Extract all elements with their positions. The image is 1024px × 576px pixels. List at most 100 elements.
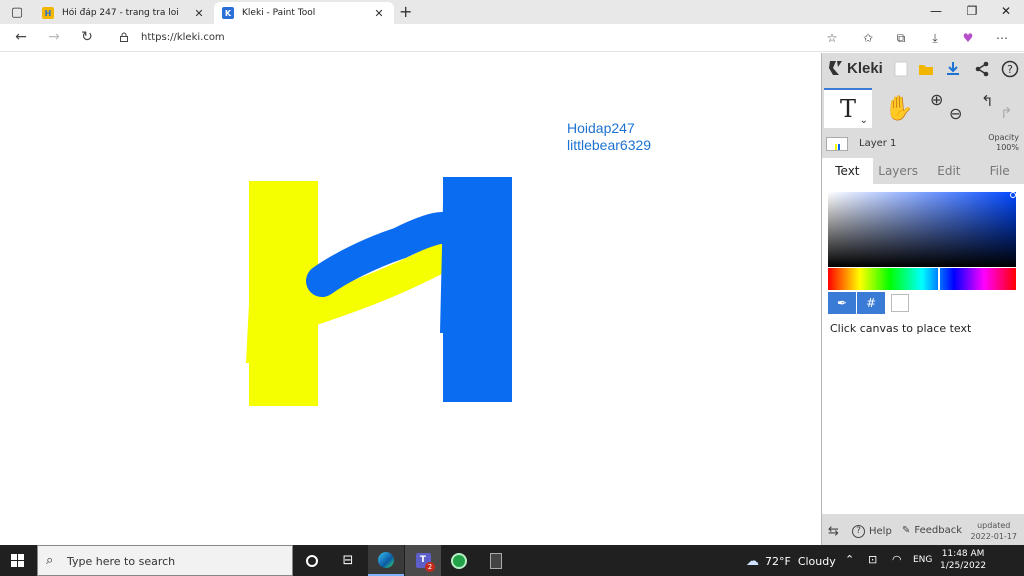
hex-input-button[interactable]: # xyxy=(857,292,885,314)
back-arrow-icon[interactable]: ← xyxy=(12,29,30,45)
help-button[interactable]: ? Help xyxy=(852,525,892,538)
clock-time: 11:48 AM xyxy=(941,549,985,559)
eyedropper-icon[interactable]: ✒ xyxy=(828,292,856,314)
updated-info: updated 2022-01-17 xyxy=(971,520,1018,542)
restore-icon[interactable]: ❐ xyxy=(962,4,982,18)
add-favorite-icon[interactable]: ☆ xyxy=(824,30,840,46)
weather-text: 72°F Cloudy xyxy=(765,555,836,568)
color-picker-row: ✒ # xyxy=(828,292,909,314)
cloud-icon: ☁ xyxy=(746,554,759,569)
new-tab-button[interactable]: + xyxy=(399,2,412,22)
layer-name: Layer 1 xyxy=(859,138,897,149)
text-tab-content: ✒ # Click canvas to place text xyxy=(822,184,1024,514)
url-input[interactable]: https://kleki.com xyxy=(141,32,225,43)
panel-footer: ⇆ ? Help ✎ Feedback updated 2022-01-17 xyxy=(822,518,1024,545)
search-icon: ⌕ xyxy=(46,553,54,568)
widgets-icon[interactable]: ⊟ xyxy=(330,545,366,576)
kleki-panel: Kleki ? T ⌄ ✋ ⊕ ⊖ ↰ ↱ Layer 1 Opacity 10… xyxy=(821,53,1024,545)
teams-icon[interactable]: T 2 xyxy=(405,545,441,576)
zoom-in-icon[interactable]: ⊕ xyxy=(930,90,943,109)
help-icon[interactable]: ? xyxy=(1001,60,1019,78)
tab-title: Hỏi đáp 247 - trang tra loi xyxy=(62,8,179,18)
tab-file[interactable]: File xyxy=(974,158,1024,184)
yellow-stroke-edge xyxy=(246,303,249,363)
text-tool-glyph: T xyxy=(839,95,856,123)
help-circle-icon: ? xyxy=(852,525,865,538)
tools-row: T ⌄ ✋ ⊕ ⊖ ↰ ↱ xyxy=(822,86,1024,130)
hand-tool-icon[interactable]: ✋ xyxy=(884,94,914,122)
chevron-down-icon[interactable]: ⌄ xyxy=(860,115,868,126)
kleki-logo[interactable]: Kleki xyxy=(828,59,883,77)
canvas-strokes xyxy=(246,177,512,406)
canvas-text-line: Hoidap247 xyxy=(567,120,635,136)
feedback-icon: ✎ xyxy=(902,525,911,536)
hoidap-favicon-icon: H xyxy=(42,7,54,19)
yellow-stroke-bar xyxy=(249,181,318,406)
more-menu-icon[interactable]: ⋯ xyxy=(994,30,1010,46)
current-color-swatch[interactable] xyxy=(891,294,909,312)
layer-thumbnail[interactable] xyxy=(826,137,848,151)
lock-icon xyxy=(120,32,128,42)
help-label: Help xyxy=(869,526,892,537)
windows-start-icon[interactable] xyxy=(11,554,24,567)
weather-widget[interactable]: ☁ 72°F Cloudy xyxy=(746,554,836,569)
share-icon[interactable] xyxy=(973,60,991,78)
windows-taskbar: ⌕ Type here to search ⊟ T 2 ☁ 72°F Cloud… xyxy=(0,545,1024,576)
calculator-icon[interactable] xyxy=(478,545,514,576)
feedback-button[interactable]: ✎ Feedback xyxy=(902,525,962,536)
tab-title: Kleki - Paint Tool xyxy=(242,8,316,18)
taskbar-search-input[interactable]: ⌕ Type here to search xyxy=(37,545,293,576)
swap-side-icon[interactable]: ⇆ xyxy=(828,524,839,539)
extension-icon[interactable]: ♥ xyxy=(960,30,976,46)
color-saturation-picker[interactable] xyxy=(828,192,1016,267)
tab-text[interactable]: Text xyxy=(822,158,873,184)
app-icon-green[interactable] xyxy=(441,545,477,576)
clock-date: 1/25/2022 xyxy=(940,561,987,571)
kleki-header: Kleki ? xyxy=(822,53,1024,85)
forward-arrow-icon[interactable]: → xyxy=(45,29,63,45)
close-window-icon[interactable]: ✕ xyxy=(996,4,1016,18)
teams-badge: 2 xyxy=(425,562,435,572)
new-image-icon[interactable] xyxy=(892,60,910,78)
favorites-icon[interactable]: ✩ xyxy=(860,30,876,46)
tab-edit[interactable]: Edit xyxy=(924,158,975,184)
network-adapter-icon[interactable]: ⊡ xyxy=(868,553,877,566)
close-tab-icon[interactable]: ✕ xyxy=(372,7,386,20)
layer-row[interactable]: Layer 1 Opacity 100% xyxy=(822,133,1024,155)
browser-tab-bar: ▢ H Hỏi đáp 247 - trang tra loi ✕ K Klek… xyxy=(0,0,1024,24)
task-view-icon[interactable] xyxy=(294,545,330,576)
collections-icon[interactable]: ⧉ xyxy=(893,30,909,46)
save-download-icon[interactable] xyxy=(944,60,962,78)
chevron-up-icon[interactable]: ⌃ xyxy=(845,553,854,566)
opacity-label: Opacity 100% xyxy=(988,133,1019,153)
hue-slider-handle[interactable] xyxy=(938,268,940,290)
redo-icon[interactable]: ↱ xyxy=(1000,104,1013,122)
system-clock[interactable]: 11:48 AM 1/25/2022 xyxy=(940,548,986,572)
language-indicator[interactable]: ENG xyxy=(913,555,932,565)
wifi-icon[interactable]: ◠ xyxy=(892,553,902,566)
downloads-icon[interactable]: ⤓ xyxy=(927,30,943,46)
opacity-value: 100% xyxy=(996,143,1019,152)
updated-label: updated xyxy=(977,521,1011,530)
tab-kleki[interactable]: K Kleki - Paint Tool ✕ xyxy=(214,2,394,24)
tab-actions-icon[interactable]: ▢ xyxy=(6,3,28,21)
search-placeholder: Type here to search xyxy=(67,555,176,568)
hue-slider[interactable] xyxy=(828,268,1016,290)
open-folder-icon[interactable] xyxy=(917,60,935,78)
text-tool-hint: Click canvas to place text xyxy=(830,322,972,335)
color-picker-knob[interactable] xyxy=(1010,192,1016,198)
zoom-out-icon[interactable]: ⊖ xyxy=(949,104,962,123)
edge-browser-icon[interactable] xyxy=(368,545,404,576)
text-tool-button[interactable]: T ⌄ xyxy=(824,88,872,128)
kleki-logo-icon xyxy=(829,61,842,75)
undo-icon[interactable]: ↰ xyxy=(981,92,994,110)
tab-layers[interactable]: Layers xyxy=(873,158,924,184)
refresh-icon[interactable]: ↻ xyxy=(78,29,96,45)
drawing-canvas[interactable]: Hoidap247 littlebear6329 xyxy=(0,53,821,545)
svg-text:?: ? xyxy=(1007,63,1013,76)
tab-hoidap[interactable]: H Hỏi đáp 247 - trang tra loi ✕ xyxy=(34,2,214,24)
close-tab-icon[interactable]: ✕ xyxy=(192,7,206,20)
layer-thumbnail-preview xyxy=(835,144,840,150)
minimize-icon[interactable]: — xyxy=(926,4,946,18)
canvas-text: Hoidap247 littlebear6329 xyxy=(567,120,651,154)
